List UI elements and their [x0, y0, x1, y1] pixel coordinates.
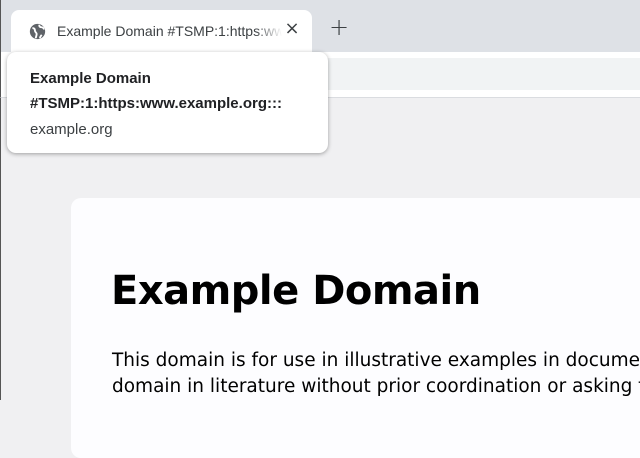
page-paragraph: This domain is for use in illustrative e…	[112, 348, 640, 400]
paragraph-line: This domain is for use in illustrative e…	[112, 350, 640, 371]
new-tab-button[interactable]: +	[327, 15, 351, 40]
tab-hover-card: Example Domain #TSMP:1:https:www.example…	[7, 52, 328, 153]
hover-card-url: example.org	[30, 121, 113, 138]
page-heading: Example Domain	[111, 268, 481, 314]
close-tab-icon[interactable]: ×	[283, 18, 301, 42]
tab-strip: Example Domain #TSMP:1:https:www.example…	[0, 0, 640, 54]
globe-icon	[29, 23, 46, 40]
hover-card-title-line1: Example Domain	[30, 70, 151, 87]
tab-example-domain[interactable]: Example Domain #TSMP:1:https:www.example…	[11, 10, 312, 54]
content-card: Example Domain This domain is for use in…	[71, 198, 640, 458]
hover-card-title-line2: #TSMP:1:https:www.example.org:::	[30, 95, 282, 112]
paragraph-line: domain in literature without prior coord…	[112, 376, 640, 397]
address-bar[interactable]	[301, 58, 640, 90]
tab-title: Example Domain #TSMP:1:https:www.example…	[57, 23, 282, 39]
